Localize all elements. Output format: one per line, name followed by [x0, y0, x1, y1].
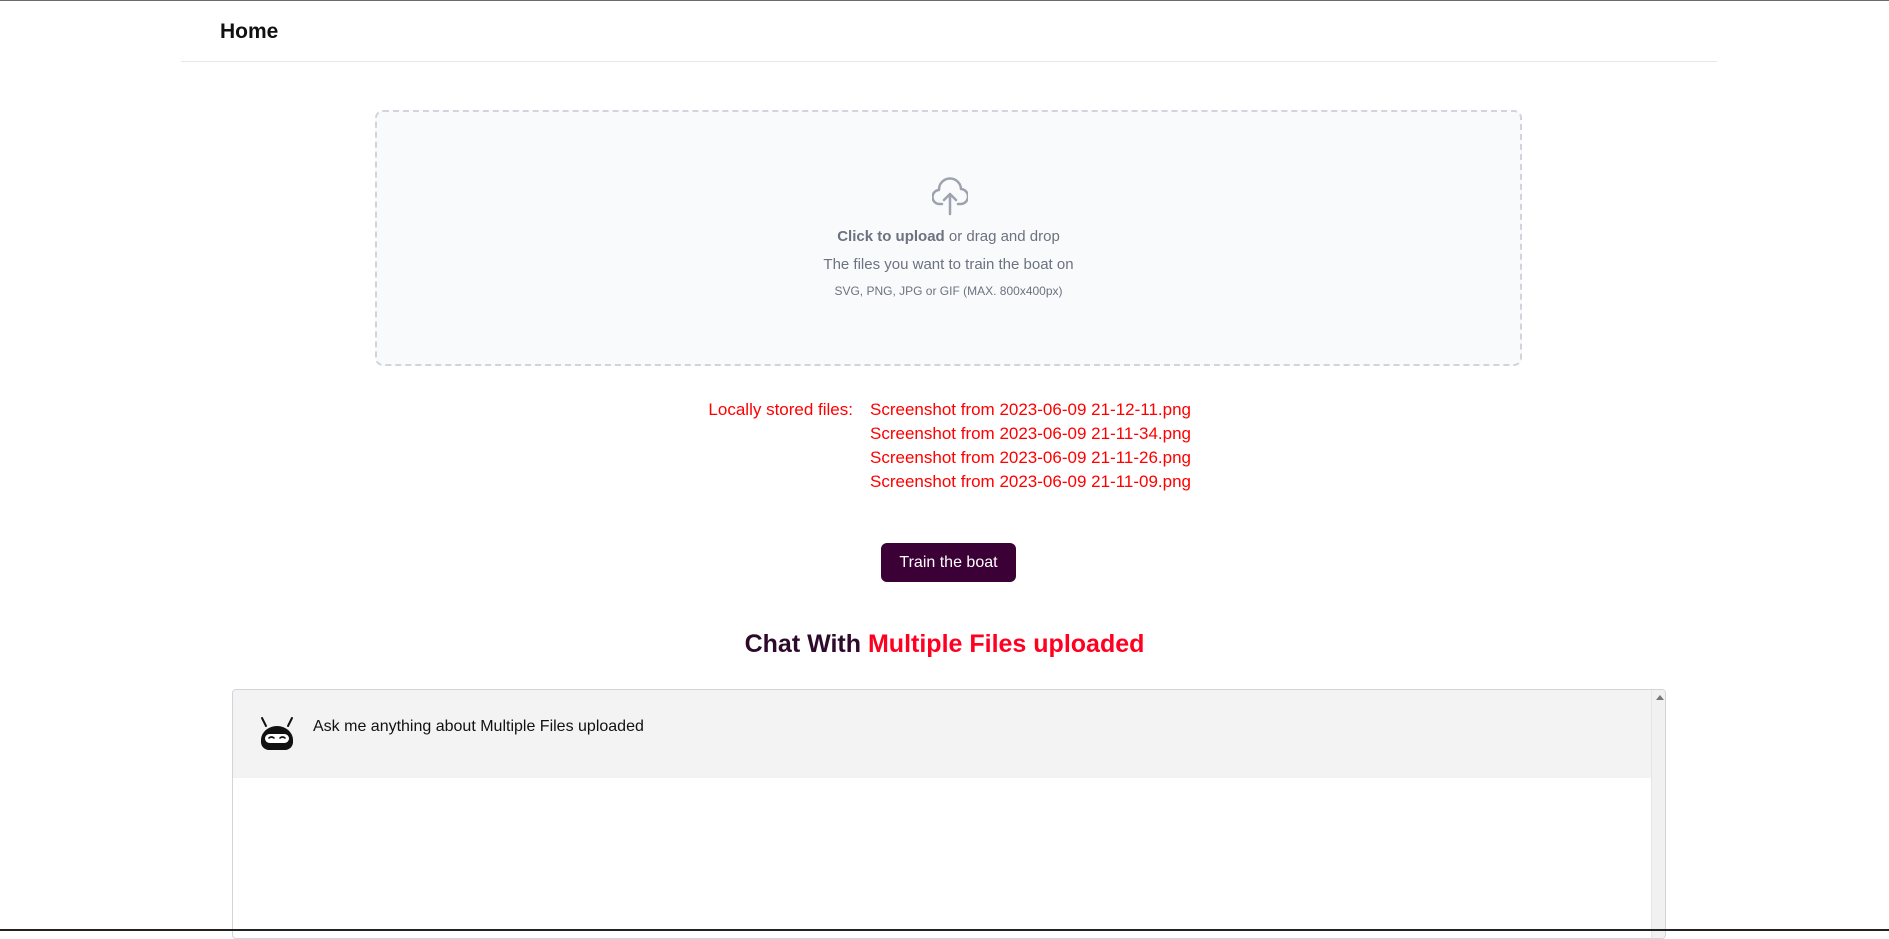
- nav-home-link[interactable]: Home: [220, 20, 278, 44]
- click-to-upload-text[interactable]: Click to upload: [837, 228, 945, 245]
- scroll-up-arrow-icon[interactable]: [1656, 695, 1664, 700]
- drag-drop-text: or drag and drop: [944, 228, 1060, 245]
- file-item: Screenshot from 2023-06-09 21-11-34.png: [870, 424, 1191, 443]
- chat-message-bot: Ask me anything about Multiple Files upl…: [233, 690, 1651, 778]
- file-item: Screenshot from 2023-06-09 21-12-11.png: [870, 400, 1191, 419]
- stored-files-label: Locally stored files:: [708, 400, 853, 419]
- chat-window[interactable]: Ask me anything about Multiple Files upl…: [232, 689, 1666, 939]
- upload-description: The files you want to train the boat on: [823, 256, 1074, 273]
- cloud-upload-icon: [932, 177, 968, 216]
- chat-scrollbar[interactable]: [1651, 690, 1665, 938]
- navbar: Home: [181, 1, 1717, 62]
- upload-formats: SVG, PNG, JPG or GIF (MAX. 800x400px): [834, 284, 1063, 298]
- train-boat-button[interactable]: Train the boat: [881, 543, 1016, 582]
- upload-instruction: Click to upload or drag and drop: [377, 228, 1520, 245]
- stored-files-list: Screenshot from 2023-06-09 21-12-11.png …: [870, 400, 1191, 496]
- chat-title: Chat With Multiple Files uploaded: [0, 630, 1889, 659]
- chat-title-subject: Multiple Files uploaded: [867, 630, 1145, 658]
- file-item: Screenshot from 2023-06-09 21-11-26.png: [870, 448, 1191, 467]
- file-item: Screenshot from 2023-06-09 21-11-09.png: [870, 472, 1191, 491]
- file-dropzone[interactable]: Click to upload or drag and drop The fil…: [375, 110, 1522, 366]
- robot-avatar-icon: [261, 717, 293, 750]
- chat-title-prefix: Chat With: [744, 630, 868, 658]
- chat-greeting-text: Ask me anything about Multiple Files upl…: [313, 718, 644, 735]
